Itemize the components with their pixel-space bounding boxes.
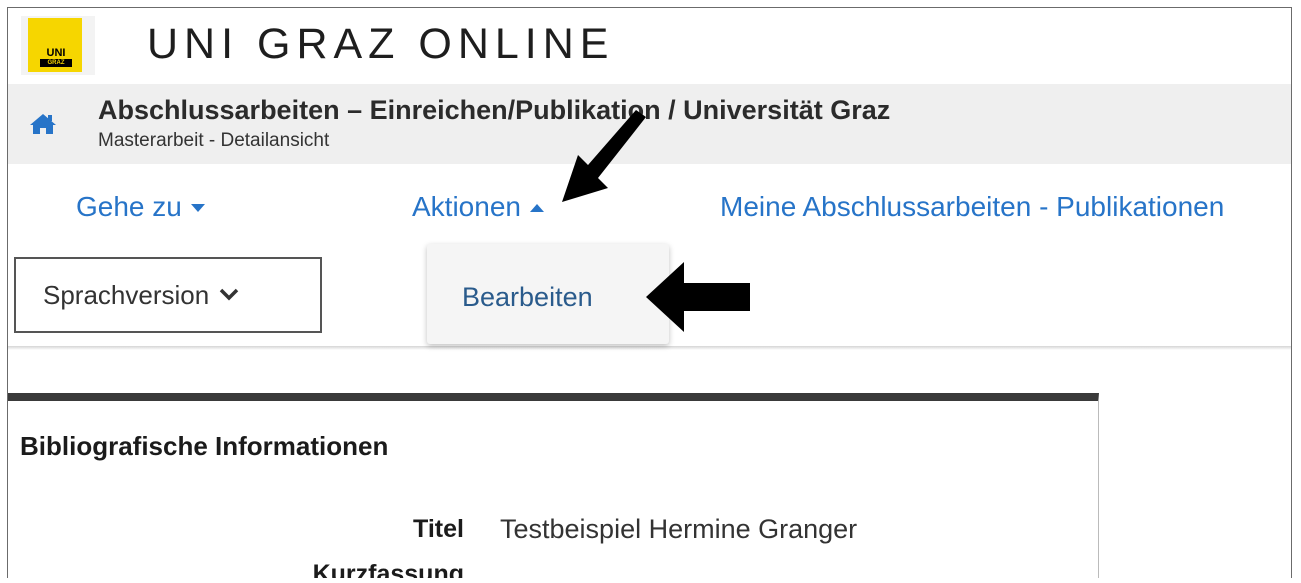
goto-label: Gehe zu [76, 191, 182, 222]
chevron-down-icon [219, 288, 239, 301]
menu-item-edit[interactable]: Bearbeiten [462, 280, 593, 314]
section-divider [8, 346, 1291, 350]
field-label-title: Titel [413, 515, 464, 543]
language-version-button[interactable]: Sprachversion [14, 257, 322, 333]
uni-graz-logo[interactable]: UNI GRAZ [21, 16, 95, 75]
bibliographic-info-card: Bibliografische Informationen Titel Test… [8, 393, 1099, 578]
app-title: UNI GRAZ ONLINE [147, 20, 615, 68]
card-title: Bibliografische Informationen [20, 431, 389, 461]
actions-dropdown: Bearbeiten [427, 244, 669, 344]
logo-text-uni: UNI [46, 47, 66, 59]
caret-up-icon [529, 204, 544, 213]
my-theses-link[interactable]: Meine Abschlussarbeiten - Publikationen [720, 190, 1224, 224]
logo-text-graz: GRAZ [40, 59, 72, 67]
caret-down-icon [190, 204, 205, 213]
field-value-title: Testbeispiel Hermine Granger [500, 514, 858, 544]
field-label-abstract: Kurzfassung [312, 560, 464, 578]
logo-badge: UNI GRAZ [28, 18, 82, 72]
page-subtitle: Masterarbeit - Detailansicht [98, 130, 330, 151]
page-title: Abschlussarbeiten – Einreichen/Publikati… [98, 95, 891, 125]
app-header: UNI GRAZ UNI GRAZ ONLINE [8, 8, 1291, 84]
actions-label: Aktionen [412, 191, 521, 222]
actions-menu[interactable]: Aktionen [412, 190, 544, 224]
annotation-arrow-diagonal-icon [562, 110, 646, 202]
goto-menu[interactable]: Gehe zu [76, 190, 205, 224]
page-frame: UNI GRAZ UNI GRAZ ONLINE Abschlussarbeit… [7, 7, 1292, 578]
language-version-label: Sprachversion [43, 280, 210, 310]
home-icon[interactable] [29, 112, 57, 136]
annotation-arrow-left-icon [646, 262, 750, 332]
